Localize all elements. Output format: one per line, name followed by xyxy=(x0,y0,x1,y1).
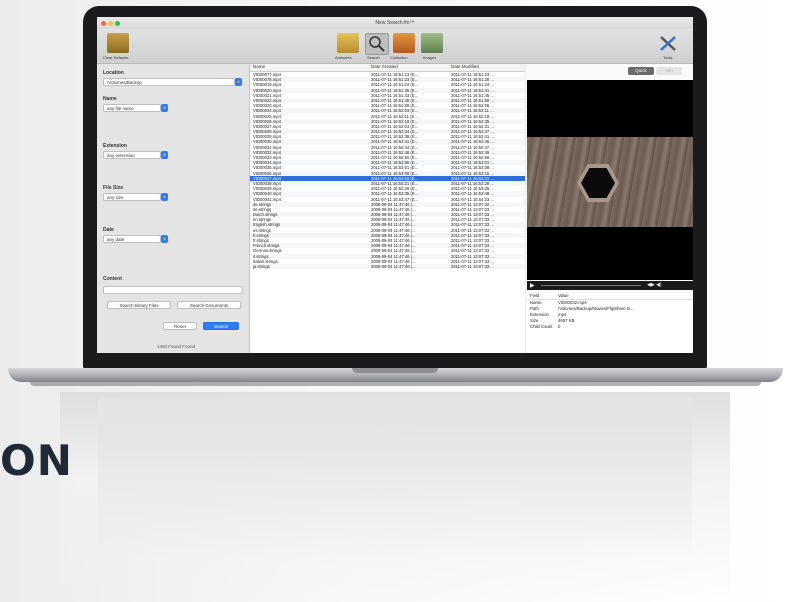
toolbar-item-images[interactable]: Images xyxy=(423,55,436,60)
volume-icon[interactable]: ◀▶ ◀) xyxy=(647,282,662,288)
preview-panel: Quick Info ▶ ◀▶ ◀) Field Value Name VID000… xyxy=(526,64,693,353)
toolbar-item-aminates[interactable]: Aminates xyxy=(335,55,352,60)
info-value: 4657 KB xyxy=(558,318,575,323)
reset-button[interactable]: Reset xyxy=(163,322,197,330)
column-header-name[interactable]: Name xyxy=(250,64,371,69)
location-label: Location xyxy=(103,70,124,76)
info-value: /Volumes/Backup/Movies/FlipShare D... xyxy=(558,306,634,311)
app-window: New Search.fm™ Clear Defaults Aminates S… xyxy=(97,17,693,353)
toolbar: Clear Defaults Aminates Search Collectio… xyxy=(97,29,693,64)
info-field: Child Count xyxy=(530,324,553,329)
info-value: VID00032.mp4 xyxy=(558,300,587,305)
minimize-window-button[interactable] xyxy=(108,21,113,26)
name-select[interactable]: any file name xyxy=(103,104,161,112)
date-select[interactable]: any date xyxy=(103,235,161,243)
search-icon[interactable] xyxy=(365,33,389,55)
video-preview[interactable] xyxy=(527,80,693,280)
collection-icon[interactable] xyxy=(393,33,415,53)
cell-date-modified: 2011-07-11 13:07:33 ... xyxy=(451,263,494,269)
close-window-button[interactable] xyxy=(101,21,106,26)
chevron-down-icon[interactable]: ▾ xyxy=(161,235,168,243)
info-value: 0 xyxy=(558,324,561,329)
laptop-notch xyxy=(352,368,438,373)
content-label: Content xyxy=(103,276,122,282)
name-label: Name xyxy=(103,96,117,102)
toolbar-item-search[interactable]: Search xyxy=(367,55,380,60)
info-value: mp4 xyxy=(558,312,567,317)
content-input[interactable] xyxy=(103,286,243,294)
info-row: Child Count 0 xyxy=(527,324,693,330)
table-header: Name Date Created Date Modified xyxy=(250,64,525,72)
video-controls: ▶ ◀▶ ◀) xyxy=(527,281,693,290)
segment-quick[interactable]: Quick xyxy=(628,67,654,75)
segment-info[interactable]: Info xyxy=(656,67,682,75)
video-scrubber[interactable] xyxy=(541,285,641,286)
chevron-down-icon[interactable]: ▾ xyxy=(161,151,168,159)
info-header-value: Value xyxy=(558,293,569,298)
search-criteria-panel: Location /Volumes/Backup ▾ Name any file… xyxy=(97,64,250,353)
info-header-field: Field xyxy=(530,293,540,298)
info-rows: Name VID00032.mp4 Path/Volumes/Backup/Movi… xyxy=(527,300,693,330)
chevron-down-icon[interactable]: ▾ xyxy=(161,104,168,112)
chevron-down-icon[interactable]: ▾ xyxy=(235,78,242,86)
table-row[interactable]: ja.strings 2008-09-04 11:47:46 (... 2011-0… xyxy=(250,263,525,270)
cell-date-created: 2008-09-04 11:47:46 (... xyxy=(371,263,416,269)
info-header: Field Value xyxy=(527,293,693,300)
results-status: 1463 Found Found xyxy=(157,344,196,349)
info-table: Field Value Name VID00032.mp4 Path/Volumes/… xyxy=(527,293,693,353)
column-header-date-created[interactable]: Date Created xyxy=(371,64,451,69)
search-binary-files-checkbox[interactable]: Search Binary Files xyxy=(107,301,171,309)
laptop-shadow xyxy=(30,382,761,386)
zoom-window-button[interactable] xyxy=(115,21,120,26)
results-table: Name Date Created Date Modified VID00077.m… xyxy=(250,64,525,353)
tools-icon[interactable] xyxy=(657,33,679,53)
hero-text: ON xyxy=(0,436,73,485)
chevron-down-icon[interactable]: ▾ xyxy=(161,193,168,201)
search-button[interactable]: Search xyxy=(203,322,239,330)
location-select[interactable]: /Volumes/Backup xyxy=(103,78,235,86)
file-size-label: File Size xyxy=(103,185,124,191)
search-documents-checkbox[interactable]: Search Documents xyxy=(177,301,241,309)
aminates-icon[interactable] xyxy=(337,33,359,53)
date-label: Date xyxy=(103,227,114,233)
extension-label: Extension xyxy=(103,143,127,149)
window-title: New Search.fm™ xyxy=(375,20,415,26)
play-icon[interactable]: ▶ xyxy=(530,282,535,289)
screen-reflection xyxy=(98,398,692,558)
tools-label: Tools xyxy=(663,55,673,60)
column-header-date-modified[interactable]: Date Modified xyxy=(451,64,521,69)
table-body: VID00077.mp4 2011-07-11 16:51:13 (E... 201… xyxy=(250,72,525,270)
clear-defaults-icon[interactable] xyxy=(107,33,129,53)
extension-select[interactable]: any extension xyxy=(103,151,161,159)
toolbar-item-collection[interactable]: Collection xyxy=(390,55,408,60)
images-icon[interactable] xyxy=(421,33,443,53)
clear-defaults-label: Clear Defaults xyxy=(103,55,129,60)
file-size-select[interactable]: any size xyxy=(103,193,161,201)
cell-name: ja.strings xyxy=(253,263,270,269)
window-titlebar: New Search.fm™ xyxy=(97,17,693,29)
